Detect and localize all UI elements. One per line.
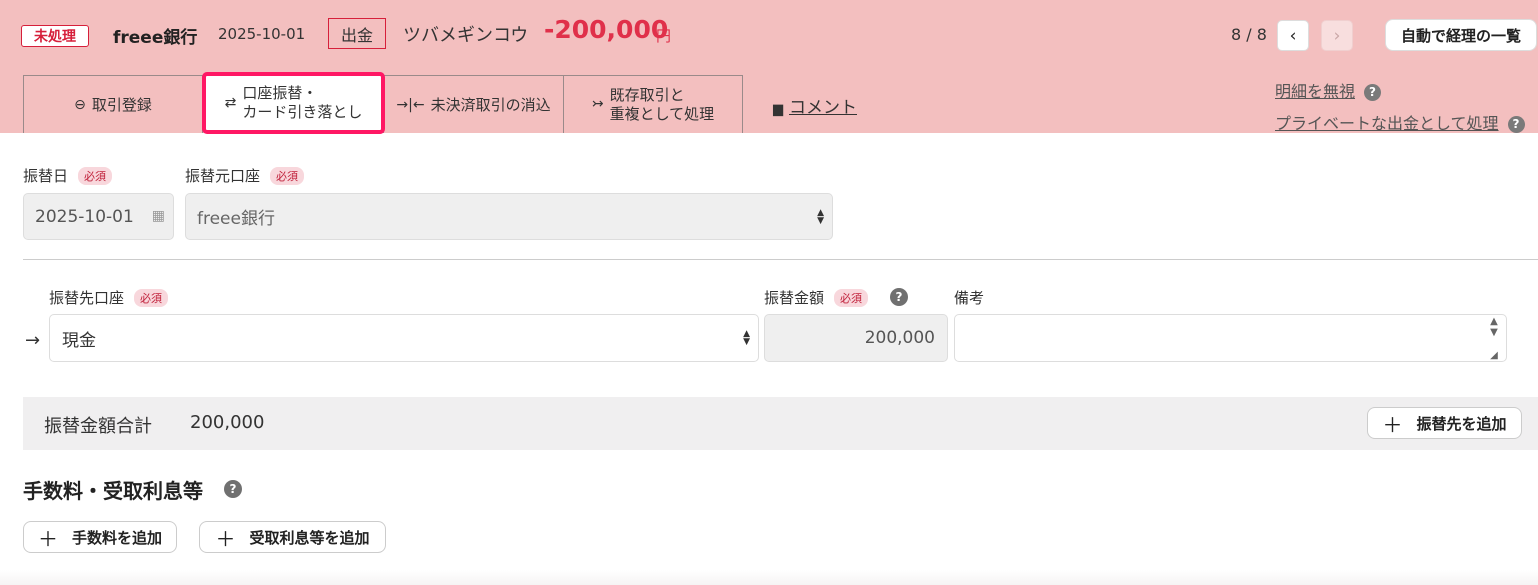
resize-handle-icon[interactable]: ◢	[1490, 350, 1498, 361]
comment-link[interactable]: ▆ コメント	[773, 93, 857, 118]
transfer-amount-value: 200,000	[864, 328, 935, 348]
select-arrows-icon: ▲ ▼	[817, 207, 824, 226]
label-text: 振替元口座	[185, 167, 261, 185]
scroll-up-icon[interactable]: ▲	[1490, 316, 1498, 327]
previous-button[interactable]: ‹	[1277, 20, 1309, 51]
transaction-date: 2025-10-01	[218, 25, 306, 43]
plus-icon: ＋	[37, 526, 58, 551]
help-icon[interactable]: ?	[890, 288, 908, 306]
add-destination-button[interactable]: ＋ 振替先を追加	[1367, 407, 1522, 439]
auto-accounting-list-button[interactable]: 自動で経理の一覧	[1385, 19, 1537, 51]
private-expense-label: プライベートな出金として処理	[1275, 114, 1499, 133]
ignore-statement-link[interactable]: 明細を無視?	[1275, 78, 1382, 102]
memo-label: 備考	[954, 289, 985, 307]
required-badge: 必須	[270, 167, 305, 185]
ignore-statement-label: 明細を無視	[1275, 82, 1356, 101]
required-badge: 必須	[834, 289, 869, 307]
source-account-value: freee銀行	[197, 209, 275, 229]
help-icon[interactable]: ?	[1364, 84, 1382, 101]
help-icon[interactable]: ?	[224, 480, 242, 498]
source-account-select[interactable]: freee銀行 ▲ ▼	[185, 193, 833, 240]
total-transfer-value: 200,000	[190, 412, 265, 433]
required-badge: 必須	[78, 167, 113, 185]
plus-icon: ＋	[215, 526, 236, 551]
direction-badge: 出金	[328, 18, 386, 49]
memo-textarea[interactable]	[954, 314, 1507, 362]
transaction-amount: -200,000	[544, 15, 669, 44]
private-expense-link[interactable]: プライベートな出金として処理?	[1275, 110, 1525, 134]
pager-indicator: 8 / 8	[1231, 25, 1267, 44]
select-arrows-icon: ▲ ▼	[743, 329, 750, 347]
tab-duplicate-existing[interactable]: ↣ 既存取引と 重複として処理	[563, 75, 743, 133]
payee-name: ツバメギンコウ	[403, 25, 529, 46]
comment-label: コメント	[789, 98, 857, 118]
transfer-date-field[interactable]: 2025-10-01 ▦	[23, 193, 174, 240]
fees-section-title: 手数料・受取利息等	[23, 479, 203, 503]
status-badge: 未処理	[21, 25, 89, 47]
textarea-scroll-control[interactable]: ▲ ▼ ◢	[1483, 314, 1505, 362]
minus-circle-icon: ⊖	[74, 96, 86, 113]
destination-account-label: 振替先口座 必須	[49, 287, 169, 308]
currency-unit: 円	[656, 27, 672, 45]
add-fee-button[interactable]: ＋ 手数料を追加	[23, 521, 177, 553]
destination-account-value: 現金	[62, 330, 96, 351]
arrow-right-icon: →	[25, 330, 41, 351]
label-text: 振替先口座	[49, 289, 125, 307]
tab-label-line1: 口座振替・	[242, 84, 318, 102]
divider	[23, 259, 1538, 260]
tab-account-transfer[interactable]: ⇄ 口座振替・ カード引き落とし	[202, 72, 385, 134]
calendar-icon[interactable]: ▦	[152, 208, 165, 224]
plus-icon: ＋	[1382, 412, 1403, 437]
chevron-left-icon: ‹	[1289, 25, 1297, 46]
add-interest-label: 受取利息等を追加	[249, 528, 370, 547]
label-text: 振替日	[23, 167, 69, 185]
transfer-date-label: 振替日 必須	[23, 165, 113, 186]
add-destination-label: 振替先を追加	[1416, 414, 1507, 433]
required-badge: 必須	[134, 289, 169, 307]
tab-register-transaction[interactable]: ⊖ 取引登録	[23, 75, 203, 133]
label-text: 振替金額	[764, 289, 825, 307]
bank-name: freee銀行	[113, 28, 198, 48]
add-interest-button[interactable]: ＋ 受取利息等を追加	[199, 521, 386, 553]
comment-icon: ▆	[773, 102, 783, 117]
transfer-date-value: 2025-10-01	[35, 206, 134, 227]
chevron-right-icon: ›	[1333, 25, 1341, 46]
add-fee-label: 手数料を追加	[71, 528, 162, 547]
tab-label-line2: 重複として処理	[609, 104, 715, 123]
scroll-down-icon[interactable]: ▼	[1490, 327, 1498, 338]
tab-label-line1: 既存取引と	[609, 85, 685, 104]
help-icon[interactable]: ?	[1507, 116, 1525, 133]
footer-shade	[0, 570, 1538, 585]
tab-label: 未決済取引の消込	[430, 96, 551, 114]
swap-arrows-icon: ⇄	[224, 94, 237, 111]
destination-account-select[interactable]: 現金 ▲ ▼	[49, 314, 759, 362]
branch-arrow-icon: ↣	[591, 96, 604, 112]
tab-label-line2: カード引き落とし	[242, 103, 363, 121]
transfer-amount-label: 振替金額 必須	[764, 287, 869, 308]
transfer-amount-field[interactable]: 200,000	[764, 314, 948, 362]
total-transfer-label: 振替金額合計	[44, 416, 152, 437]
source-account-label: 振替元口座 必須	[185, 165, 305, 186]
tab-label: 取引登録	[91, 96, 152, 114]
merge-arrows-icon: →|←	[396, 96, 425, 113]
tab-settle-unsettled[interactable]: →|← 未決済取引の消込	[383, 75, 564, 133]
next-button[interactable]: ›	[1321, 20, 1353, 51]
